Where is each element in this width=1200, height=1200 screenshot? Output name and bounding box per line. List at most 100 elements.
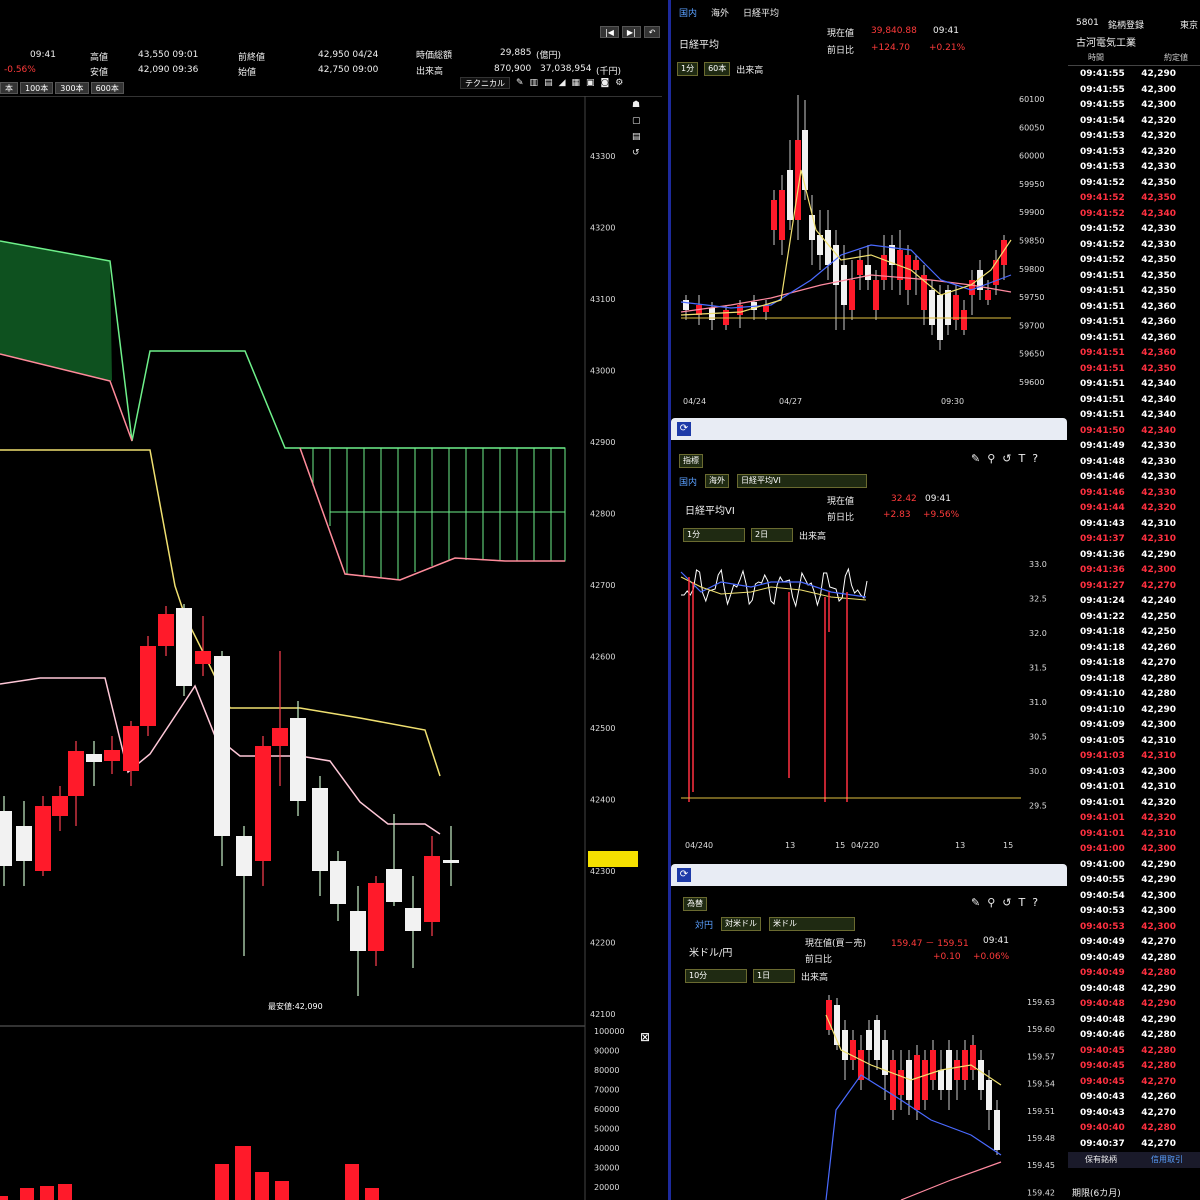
fx-axis-tick: 159.60 <box>1027 1025 1055 1034</box>
volume-bars <box>0 1146 379 1200</box>
vi-chart[interactable]: 33.0 32.5 32.0 31.5 31.0 30.5 30.0 29.5 04/240 1… <box>671 552 1067 852</box>
tape-row: 09:41:01 42,320 <box>1068 796 1200 812</box>
nikkei-candle-body <box>985 290 991 300</box>
vi-x-tick: 15 <box>1003 841 1013 850</box>
fx-undo-icon[interactable]: ↺ <box>1002 896 1011 909</box>
fx-chart[interactable]: 159.63 159.60 159.57 159.54 159.51 159.48 159.… <box>671 990 1067 1200</box>
vi-days-select[interactable]: 2日 <box>751 528 793 542</box>
print-icon[interactable]: ▣ <box>586 78 595 88</box>
tape-header: 時間 約定値 <box>1068 52 1200 66</box>
nikkei-interval-select[interactable]: 1分 <box>677 62 699 76</box>
refresh-icon[interactable]: ⟳ <box>677 422 691 436</box>
back-icon[interactable]: ↶ <box>643 26 661 38</box>
vi-tabs: 国内 海外 日経平均VI <box>679 474 868 488</box>
tape-row: 09:41:51 42,350 <box>1068 284 1200 300</box>
fx-link-icon[interactable]: ⚲ <box>987 896 995 909</box>
turnover-value: 37,038,954 <box>540 64 592 74</box>
pen-icon[interactable]: ✎ <box>516 78 524 88</box>
candle-icon[interactable]: ▥ <box>530 78 539 88</box>
fx-price-axis: 159.63 159.60 159.57 159.54 159.51 159.48 159.… <box>1027 998 1055 1197</box>
nikkei-candle-body <box>913 260 919 270</box>
tape-price: 42,310 <box>1141 782 1176 792</box>
fx-volume-checkbox[interactable]: 出来高 <box>801 970 828 983</box>
tab-nikkei[interactable]: 日経平均 <box>743 6 779 19</box>
technical-button[interactable]: テクニカル <box>460 77 510 89</box>
tape-price: 42,300 <box>1141 921 1176 932</box>
vi-interval-select[interactable]: 1分 <box>683 528 745 542</box>
bars-button-600[interactable]: 600本 <box>90 82 124 94</box>
settings-icon[interactable]: ⚙ <box>615 78 623 88</box>
tape-tab-margin[interactable]: 信用取引 <box>1134 1152 1200 1168</box>
tape-time: 09:41:03 <box>1080 766 1125 777</box>
bars-button-1[interactable]: 本 <box>0 82 18 94</box>
price-chart[interactable]: 最安値:42,090 43300 43200 43100 43000 42900 4280… <box>0 96 662 1200</box>
tape-rows: 09:41:55 42,290 09:41:55 42,300 09:41:55 42,3… <box>1068 67 1200 1152</box>
prev-icon[interactable]: |◀ <box>600 26 619 38</box>
fx-help-icon[interactable]: ? <box>1032 896 1038 909</box>
vi-category-select[interactable]: 指標 <box>679 454 703 468</box>
vi-tab-domestic[interactable]: 国内 <box>679 475 697 488</box>
tape-row: 09:41:01 42,320 <box>1068 811 1200 827</box>
nikkei-chart[interactable]: 60100 60050 60000 59950 59900 59850 59800 59750… <box>671 80 1067 410</box>
volume-bar <box>275 1181 289 1200</box>
tape-row: 09:41:36 42,290 <box>1068 548 1200 564</box>
last-time: 09:41 <box>30 50 56 60</box>
volume-axis-tick: 100000 <box>594 1027 625 1036</box>
fx-candle-body <box>834 1005 840 1045</box>
tab-overseas[interactable]: 海外 <box>711 6 729 19</box>
fx-axis-tick: 159.51 <box>1027 1107 1055 1116</box>
tape-tab-holdings[interactable]: 保有銘柄 <box>1068 1152 1134 1168</box>
tape-time: 09:41:51 <box>1080 332 1125 343</box>
tape-time: 09:41:10 <box>1080 689 1125 699</box>
bars-button-100[interactable]: 100本 <box>20 82 54 94</box>
tape-time: 09:41:18 <box>1080 627 1125 637</box>
tape-row: 09:40:43 42,260 <box>1068 1090 1200 1106</box>
candle-body <box>214 656 230 836</box>
undo-icon[interactable]: ↺ <box>1002 452 1011 465</box>
fx-tab-usd[interactable]: 対米ドル <box>721 917 762 931</box>
tape-time: 09:41:09 <box>1080 720 1125 730</box>
nikkei-bars-select[interactable]: 60本 <box>704 62 731 76</box>
indicator-icon[interactable]: ▦ <box>572 78 581 88</box>
vi-x-tick: 15 <box>835 841 845 850</box>
fx-category-select[interactable]: 為替 <box>683 897 707 911</box>
fx-tab-jpy[interactable]: 対円 <box>695 918 713 931</box>
fx-candle-body <box>954 1060 960 1080</box>
tape-price: 42,290 <box>1141 999 1176 1009</box>
help-icon[interactable]: ? <box>1032 452 1038 465</box>
chat-icon[interactable]: ◙ <box>601 78 610 88</box>
fx-refresh-icon[interactable]: ⟳ <box>677 868 691 882</box>
fx-interval-select[interactable]: 10分 <box>685 969 747 983</box>
tape-register[interactable]: 銘柄登録 <box>1108 18 1144 31</box>
vi-tab-select[interactable]: 日経平均VI <box>737 474 868 488</box>
pencil-icon[interactable]: ✎ <box>971 452 980 465</box>
tape-row: 09:40:37 42,270 <box>1068 1137 1200 1153</box>
text-icon[interactable]: T <box>1019 452 1026 465</box>
candle-body <box>386 869 402 902</box>
tape-time: 09:41:48 <box>1080 456 1125 467</box>
tab-domestic[interactable]: 国内 <box>679 6 697 19</box>
vi-volume-checkbox[interactable]: 出来高 <box>799 529 826 542</box>
vi-axis-tick: 32.0 <box>1029 629 1047 638</box>
fx-candle-body <box>898 1070 904 1095</box>
candle-body <box>52 796 68 816</box>
fx-axis-tick: 159.48 <box>1027 1134 1055 1143</box>
compare-icon[interactable]: ▤ <box>544 78 553 88</box>
fx-pair-select[interactable]: 米ドル <box>769 917 856 931</box>
tape-row: 09:40:45 42,280 <box>1068 1044 1200 1060</box>
tape-row: 09:41:01 42,310 <box>1068 780 1200 796</box>
next-icon[interactable]: ▶| <box>621 26 641 38</box>
fx-text-icon[interactable]: T <box>1019 896 1026 909</box>
tape-row: 09:40:43 42,270 <box>1068 1106 1200 1122</box>
tape-row: 09:40:48 42,290 <box>1068 997 1200 1013</box>
fx-days-select[interactable]: 1日 <box>753 969 795 983</box>
nikkei-volume-checkbox[interactable]: 出来高 <box>736 63 763 76</box>
close-icon[interactable]: ⊠ <box>640 1030 650 1044</box>
link-icon[interactable]: ⚲ <box>987 452 995 465</box>
nikkei-candle-body <box>857 260 863 275</box>
fx-pencil-icon[interactable]: ✎ <box>971 896 980 909</box>
tape-time: 09:41:55 <box>1080 100 1125 110</box>
bars-button-300[interactable]: 300本 <box>55 82 89 94</box>
line-chart-icon[interactable]: ◢ <box>559 78 566 88</box>
vi-tab-overseas[interactable]: 海外 <box>705 474 730 488</box>
